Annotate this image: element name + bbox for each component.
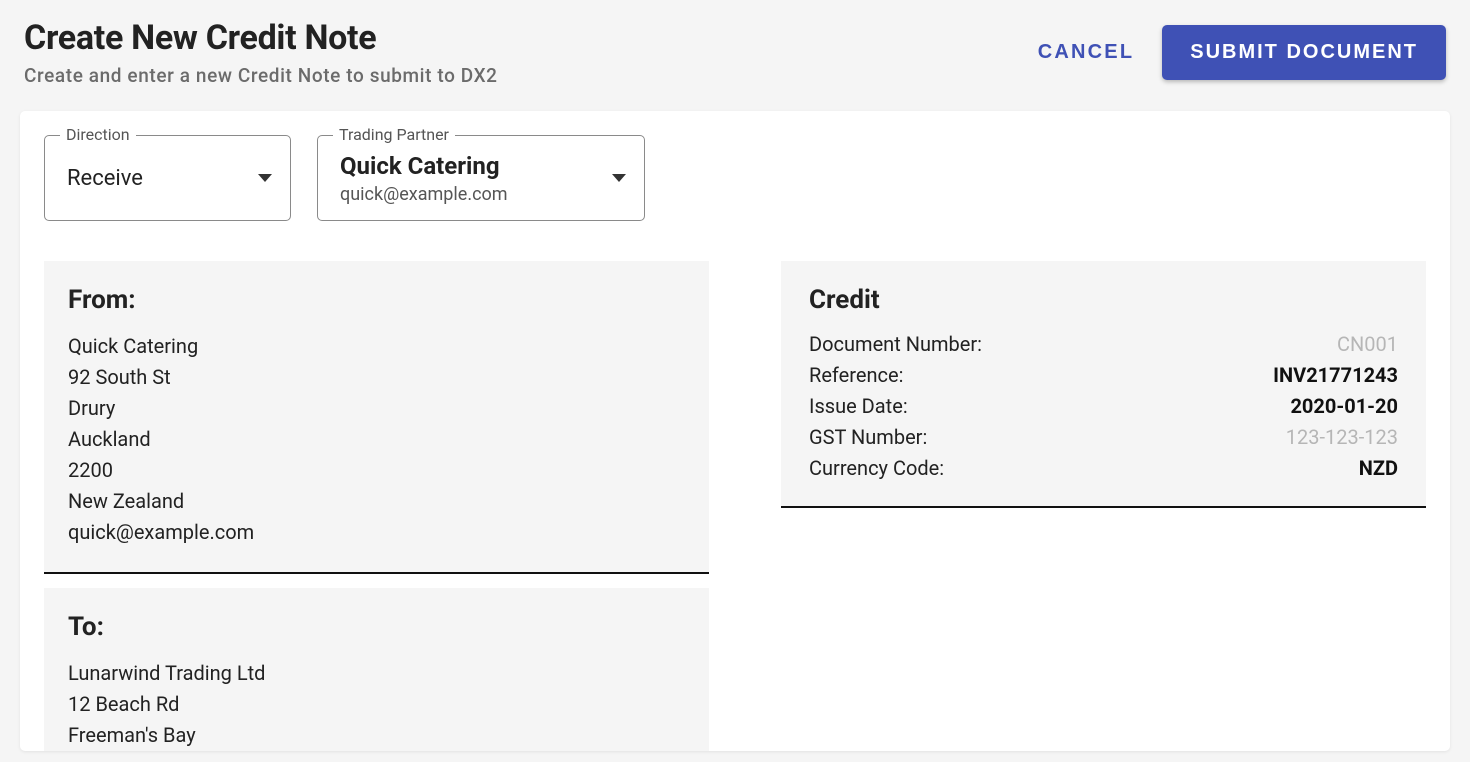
to-line: 12 Beach Rd: [68, 689, 685, 720]
currency-code-label: Currency Code:: [809, 453, 944, 484]
issue-date-label: Issue Date:: [809, 391, 908, 422]
trading-partner-name: Quick Catering: [340, 152, 602, 180]
to-title: To:: [68, 612, 685, 642]
reference-input[interactable]: INV21771243: [1273, 360, 1398, 391]
to-line: Freeman's Bay: [68, 720, 685, 751]
direction-value: Receive: [67, 166, 248, 191]
from-line: New Zealand: [68, 486, 685, 517]
doc-number-label: Document Number:: [809, 329, 982, 360]
from-line: Quick Catering: [68, 331, 685, 362]
chevron-down-icon: [612, 174, 626, 182]
page-header: Create New Credit Note Create and enter …: [0, 0, 1470, 111]
doc-number-input[interactable]: CN001: [1337, 329, 1398, 360]
currency-code-input[interactable]: NZD: [1359, 453, 1398, 484]
from-line: Auckland: [68, 424, 685, 455]
from-panel: From: Quick Catering 92 South St Drury A…: [44, 261, 709, 574]
credit-panel: Credit Document Number: CN001 Reference:…: [781, 261, 1426, 751]
trading-partner-email: quick@example.com: [340, 184, 602, 205]
issue-date-input[interactable]: 2020-01-20: [1290, 391, 1398, 422]
from-line: Drury: [68, 393, 685, 424]
to-panel: To: Lunarwind Trading Ltd 12 Beach Rd Fr…: [44, 588, 709, 751]
direction-legend: Direction: [60, 125, 136, 144]
from-line: 2200: [68, 455, 685, 486]
reference-label: Reference:: [809, 360, 903, 391]
page-title: Create New Credit Note: [24, 18, 498, 58]
cancel-button[interactable]: CANCEL: [1038, 33, 1135, 72]
to-line: Lunarwind Trading Ltd: [68, 658, 685, 689]
gst-number-label: GST Number:: [809, 422, 927, 453]
direction-select[interactable]: Direction Receive: [44, 135, 291, 221]
page-subtitle: Create and enter a new Credit Note to su…: [24, 64, 498, 87]
chevron-down-icon: [258, 174, 272, 182]
from-title: From:: [68, 285, 685, 315]
submit-document-button[interactable]: SUBMIT DOCUMENT: [1162, 25, 1446, 80]
from-line: 92 South St: [68, 362, 685, 393]
form-card: Direction Receive Trading Partner Quick …: [20, 111, 1450, 751]
trading-partner-select[interactable]: Trading Partner Quick Catering quick@exa…: [317, 135, 645, 221]
from-line: quick@example.com: [68, 517, 685, 548]
credit-title: Credit: [809, 285, 1398, 315]
trading-partner-legend: Trading Partner: [333, 125, 455, 144]
gst-number-input[interactable]: 123-123-123: [1286, 422, 1398, 453]
